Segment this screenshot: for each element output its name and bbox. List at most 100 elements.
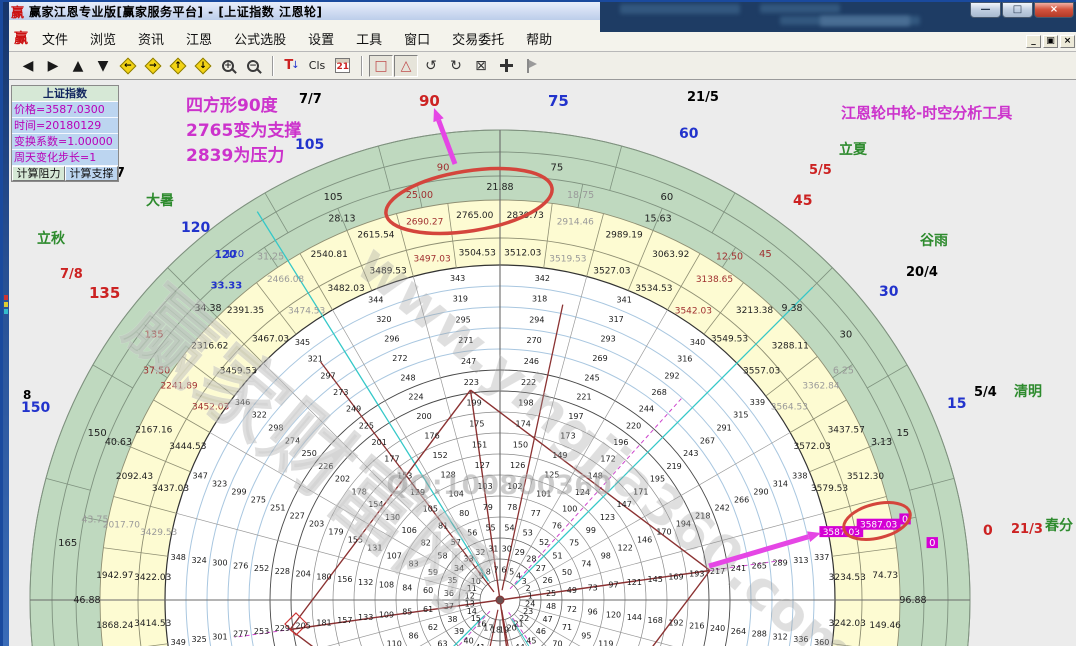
spiral-number: 132 [358, 578, 373, 587]
menu-item-7[interactable]: 窗口 [404, 29, 430, 48]
calendar-icon[interactable]: 21 [330, 55, 354, 77]
edge-pixel [4, 309, 8, 314]
diamond-up-icon[interactable]: ↑ [166, 55, 190, 77]
square-tool-icon[interactable]: □ [369, 55, 393, 77]
spiral-number: 176 [424, 432, 439, 441]
peripheral-label: 0 [983, 523, 993, 539]
minimize-button[interactable]: — [970, 2, 1001, 18]
peripheral-label: 90 [419, 92, 440, 110]
menu-item-2[interactable]: 资讯 [138, 29, 164, 48]
spiral-number: 276 [233, 561, 248, 570]
spiral-number: 228 [275, 567, 290, 576]
menu-item-8[interactable]: 交易委托 [452, 29, 504, 48]
spiral-number: 268 [652, 388, 667, 397]
ring-value: 3422.03 [134, 573, 171, 583]
ring-value: 165 [58, 538, 77, 549]
ring-value: 3579.53 [811, 484, 848, 494]
spiral-number: 227 [290, 512, 305, 521]
ring-value: 3527.03 [593, 266, 630, 276]
fit-cross-icon[interactable] [494, 55, 518, 77]
ring-value: 2690.27 [406, 217, 443, 227]
ring-value: 3138.65 [696, 275, 733, 285]
ring-value: 21.88 [486, 182, 513, 193]
menu-item-4[interactable]: 公式选股 [234, 29, 286, 48]
menu-item-9[interactable]: 帮助 [526, 29, 552, 48]
spiral-number: 63 [437, 640, 447, 646]
spiral-number: 26 [542, 576, 552, 585]
ring-value: 2914.46 [557, 217, 594, 227]
menu-item-0[interactable]: 文件 [42, 29, 68, 48]
maximize-button[interactable]: □ [1002, 2, 1033, 18]
peripheral-label: 5/5 [809, 163, 832, 178]
spiral-number: 347 [193, 471, 208, 480]
box-x-icon[interactable]: ⊠ [469, 55, 493, 77]
menu-item-6[interactable]: 工具 [356, 29, 382, 48]
zoom-out-icon[interactable]: − [241, 55, 265, 77]
cls-button[interactable]: Cls [305, 55, 329, 77]
ring-value: 3512.30 [847, 472, 884, 482]
menu-item-1[interactable]: 浏览 [90, 29, 116, 48]
spiral-number: 266 [734, 495, 749, 504]
spiral-number: 349 [171, 638, 186, 646]
sep2 [361, 56, 363, 76]
spiral-number: 150 [513, 440, 528, 449]
edge-pixel [4, 295, 8, 300]
flag-icon[interactable] [519, 55, 543, 77]
spiral-number: 175 [469, 420, 484, 429]
peripheral-label: 大暑 [146, 192, 174, 209]
diamond-left-icon[interactable]: ← [116, 55, 140, 77]
diamond-right-icon[interactable]: → [141, 55, 165, 77]
rotate-cw-icon[interactable]: ↻ [444, 55, 468, 77]
close-button[interactable]: × [1034, 2, 1074, 18]
menu-item-5[interactable]: 设置 [308, 29, 334, 48]
menu-item-3[interactable]: 江恩 [186, 29, 212, 48]
peripheral-label: 15 [947, 396, 966, 412]
spiral-number: 133 [358, 613, 373, 622]
peripheral-label: 清明 [1014, 383, 1042, 400]
up-triangle-icon[interactable]: ▲ [66, 55, 90, 77]
spiral-number: 78 [507, 503, 517, 512]
triangle-tool-icon[interactable]: △ [394, 55, 418, 77]
spiral-number: 76 [552, 521, 562, 530]
down-triangle-icon[interactable]: ▼ [91, 55, 115, 77]
time-axis-icon[interactable]: T↓ [280, 55, 304, 77]
ring-value: 2540.81 [311, 250, 348, 260]
spiral-number: 296 [384, 335, 399, 344]
mdi-restore-button[interactable]: ▣ [1043, 35, 1058, 48]
panel-title: 上证指数 [12, 86, 118, 102]
spiral-number: 314 [773, 479, 788, 488]
panel-row-0: 价格=3587.0300 [12, 102, 118, 118]
calc-support-button[interactable]: 计算支撑 [65, 166, 118, 181]
spiral-number: 243 [683, 449, 698, 458]
mdi-close-button[interactable]: × [1060, 35, 1075, 48]
diamond-down-icon[interactable]: ↓ [191, 55, 215, 77]
spiral-number: 224 [408, 393, 423, 402]
edge-pixel [4, 302, 8, 307]
calc-resistance-button[interactable]: 计算阻力 [12, 166, 65, 181]
peripheral-label: 75 [548, 92, 569, 110]
spiral-number: 273 [333, 388, 348, 397]
menu-logo-icon: 赢 [14, 28, 28, 48]
ring-value: 3444.53 [169, 442, 206, 452]
ring-value: 30 [840, 330, 853, 341]
gann-wheel-chart[interactable]: 1234567891011121314151617181920212223242… [3, 2, 1076, 646]
peripheral-label: 立夏 [839, 141, 868, 158]
mdi-minimize-button[interactable]: _ [1026, 35, 1041, 48]
next-arrow-icon[interactable]: ▶ [41, 55, 65, 77]
spiral-number: 340 [690, 338, 705, 347]
zoom-in-icon[interactable]: + [216, 55, 240, 77]
spiral-number: 168 [648, 616, 663, 625]
peripheral-label: 立秋 [37, 230, 66, 247]
spiral-number: 324 [191, 556, 206, 565]
spiral-number: 341 [617, 296, 632, 305]
spiral-number: 272 [392, 354, 407, 363]
ring-value: 150 [88, 428, 107, 439]
spiral-number: 79 [483, 503, 493, 512]
prev-arrow-icon[interactable]: ◀ [16, 55, 40, 77]
spiral-number: 119 [598, 639, 613, 646]
spiral-number: 299 [231, 487, 246, 496]
spiral-number: 292 [664, 371, 679, 380]
ring-value: 2466.08 [267, 275, 304, 285]
rotate-ccw-icon[interactable]: ↺ [419, 55, 443, 77]
spiral-number: 51 [552, 551, 562, 560]
